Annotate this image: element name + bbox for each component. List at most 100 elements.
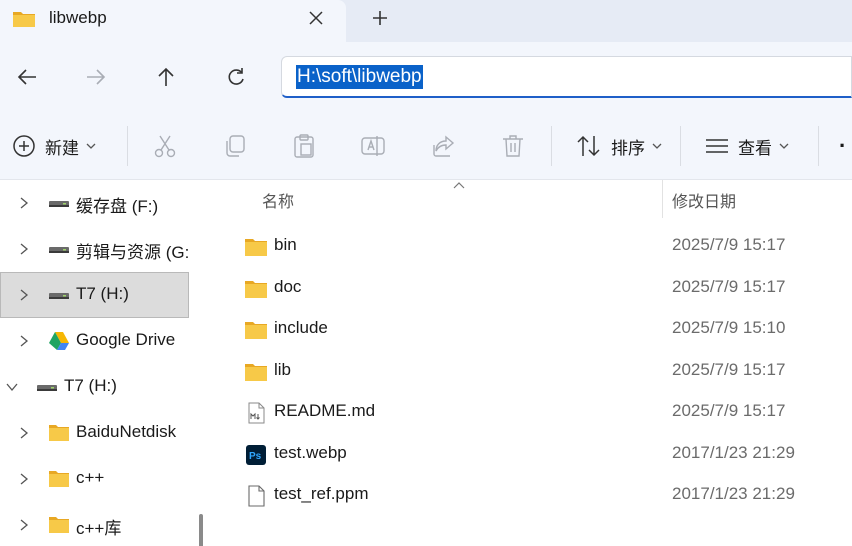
chevron-down-icon[interactable] <box>5 380 19 394</box>
file-date: 2025/7/9 15:17 <box>672 235 786 254</box>
folder-icon <box>245 239 267 256</box>
file-row[interactable]: Ps test.webp 2017/1/23 21:29 <box>234 434 834 474</box>
new-label: 新建 <box>45 138 79 158</box>
address-bar[interactable]: H:\soft\libwebp <box>281 56 852 98</box>
file-row[interactable]: lib 2025/7/9 15:17 <box>234 351 834 391</box>
chevron-right-icon[interactable] <box>17 472 31 486</box>
delete-button[interactable] <box>500 128 526 164</box>
file-date: 2025/7/9 15:17 <box>672 360 786 379</box>
file-name: test.webp <box>274 443 347 462</box>
tab-strip: libwebp <box>0 0 852 42</box>
copy-button[interactable] <box>222 128 248 164</box>
chevron-right-icon[interactable] <box>17 518 31 532</box>
folder-icon <box>49 425 69 441</box>
file-row[interactable]: bin 2025/7/9 15:17 <box>234 226 834 266</box>
file-name: include <box>274 318 328 337</box>
column-header-name[interactable]: 名称 <box>262 180 294 220</box>
file-list: 名称 修改日期 bin 2025/7/9 15:17 doc 2025/7/9 … <box>214 180 852 546</box>
close-icon[interactable] <box>305 7 327 29</box>
sidebar-item-cpp-lib[interactable]: c++库 <box>0 502 189 546</box>
sidebar-item-label: c++库 <box>76 519 122 538</box>
sidebar-item-baidunetdisk[interactable]: BaiduNetdisk <box>0 410 189 456</box>
sidebar-item-label: BaiduNetdisk <box>76 422 177 441</box>
sidebar-item-label: c++ <box>76 468 105 487</box>
divider <box>818 126 819 166</box>
file-name: lib <box>274 360 292 379</box>
folder-icon <box>49 517 69 533</box>
sidebar-item-t7-drive[interactable]: T7 (H:) <box>0 272 189 318</box>
chevron-down-icon <box>779 143 789 149</box>
view-label: 查看 <box>738 138 772 158</box>
navigation-bar: H:\soft\libwebp <box>0 42 852 112</box>
sidebar-item-cpp[interactable]: c++ <box>0 456 189 502</box>
folder-icon <box>49 471 69 487</box>
google-drive-icon <box>49 332 69 350</box>
plus-circle-icon <box>13 135 35 157</box>
column-header-date[interactable]: 修改日期 <box>672 180 736 220</box>
file-name: bin <box>274 235 297 254</box>
sidebar-scrollbar[interactable] <box>199 514 203 546</box>
svg-text:Ps: Ps <box>249 451 262 462</box>
share-button[interactable] <box>431 128 457 164</box>
sort-ascending-icon <box>453 182 465 189</box>
cut-button[interactable] <box>152 128 178 164</box>
sort-button[interactable]: 排序 <box>576 128 662 164</box>
paste-button[interactable] <box>291 128 317 164</box>
view-lines-icon <box>706 139 728 153</box>
chevron-right-icon[interactable] <box>17 242 31 256</box>
sidebar-item-label: T7 (H:) <box>64 376 117 395</box>
chevron-right-icon[interactable] <box>17 288 31 302</box>
new-button[interactable]: 新建 <box>12 128 96 164</box>
folder-icon <box>245 281 267 298</box>
share-icon <box>433 135 455 157</box>
refresh-icon[interactable] <box>221 62 251 92</box>
sort-icon <box>577 135 600 157</box>
scissors-icon <box>154 135 176 158</box>
divider <box>127 126 128 166</box>
trash-icon <box>503 135 523 157</box>
more-button[interactable]: · <box>839 128 846 164</box>
tab-title: libwebp <box>49 8 107 27</box>
tab-libwebp[interactable]: libwebp <box>0 0 346 42</box>
file-row[interactable]: test_ref.ppm 2017/1/23 21:29 <box>234 475 834 515</box>
sort-label: 排序 <box>611 138 645 158</box>
clipboard-icon <box>294 134 314 158</box>
chevron-right-icon[interactable] <box>17 334 31 348</box>
file-name: README.md <box>274 401 376 420</box>
sidebar-item-label: T7 (H:) <box>76 284 129 303</box>
file-date: 2017/1/23 21:29 <box>672 443 795 462</box>
arrow-left-icon[interactable] <box>12 62 42 92</box>
sidebar-item-cache-drive[interactable]: 缓存盘 (F:) <box>0 180 189 226</box>
divider <box>680 126 681 166</box>
sidebar-item-editing-drive[interactable]: 剪辑与资源 (G: <box>0 226 189 272</box>
file-row[interactable]: doc 2025/7/9 15:17 <box>234 268 834 308</box>
photoshop-file-icon: Ps <box>246 445 266 465</box>
chevron-right-icon[interactable] <box>17 196 31 210</box>
file-date: 2025/7/9 15:17 <box>672 277 786 296</box>
file-date: 2017/1/23 21:29 <box>672 484 795 503</box>
file-name: doc <box>274 277 302 296</box>
address-path[interactable]: H:\soft\libwebp <box>296 65 423 89</box>
drive-icon <box>49 293 69 299</box>
arrow-right-icon[interactable] <box>81 62 111 92</box>
divider <box>551 126 552 166</box>
chevron-right-icon[interactable] <box>17 426 31 440</box>
file-date: 2025/7/9 15:10 <box>672 318 786 337</box>
rename-button[interactable] <box>360 128 386 164</box>
sidebar-item-t7-expanded[interactable]: T7 (H:) <box>0 364 189 410</box>
drive-icon <box>37 385 57 391</box>
plus-icon[interactable] <box>368 6 392 30</box>
drive-icon <box>49 247 69 253</box>
file-name: test_ref.ppm <box>274 484 369 503</box>
sidebar-item-google-drive[interactable]: Google Drive <box>0 318 189 364</box>
sidebar-item-label: Google Drive <box>76 330 176 349</box>
view-button[interactable]: 查看 <box>705 128 789 164</box>
chevron-down-icon <box>652 143 662 149</box>
file-row[interactable]: README.md 2025/7/9 15:17 <box>234 392 834 432</box>
file-row[interactable]: include 2025/7/9 15:10 <box>234 309 834 349</box>
sidebar-item-label: 缓存盘 (F:) <box>76 197 159 216</box>
column-divider[interactable] <box>662 180 663 218</box>
markdown-file-icon <box>248 402 265 424</box>
arrow-up-icon[interactable] <box>151 62 181 92</box>
copy-icon <box>226 135 245 157</box>
